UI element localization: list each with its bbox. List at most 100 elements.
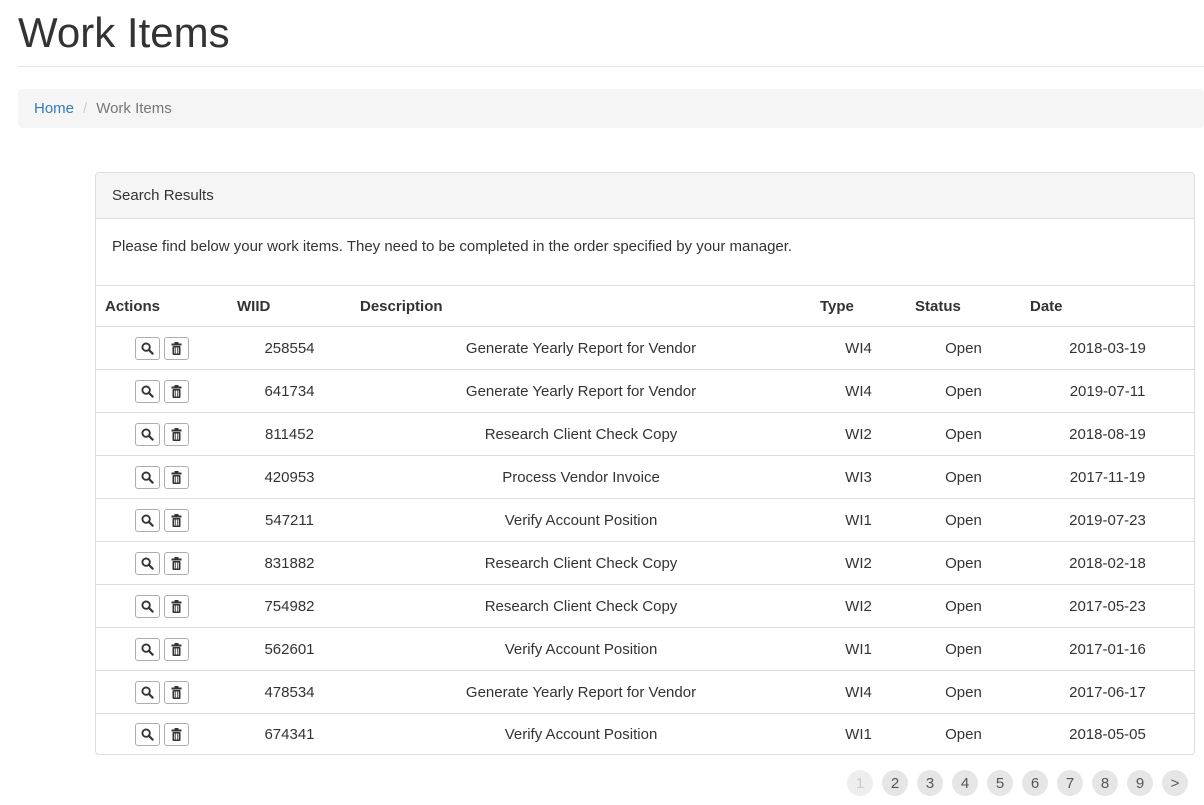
search-icon: [141, 728, 154, 741]
search-icon: [141, 685, 154, 699]
table-row: 811452 Research Client Check Copy WI2 Open 2…: [96, 412, 1194, 456]
table-row: 420953 Process Vendor Invoice WI3 Open 2017-…: [96, 455, 1194, 499]
trash-icon: [171, 728, 182, 742]
delete-button[interactable]: [164, 551, 189, 575]
row-actions: [96, 714, 228, 755]
delete-button[interactable]: [164, 465, 189, 489]
view-button[interactable]: [135, 508, 160, 532]
row-actions: [96, 541, 228, 585]
table-body: 258554 Generate Yearly Report for Vendor W…: [96, 326, 1194, 755]
cell-type: WI4: [811, 326, 906, 370]
trash-icon: [171, 556, 182, 570]
table-row: 478534 Generate Yearly Report for Vendor W…: [96, 670, 1194, 714]
table-header-row: Actions WIID Description Type Status Dat…: [96, 285, 1194, 327]
cell-status: Open: [945, 726, 982, 744]
cell-wiid: 562601: [228, 627, 351, 671]
cell-wiid: 478534: [228, 670, 351, 714]
cell-date: 2019-07-11: [1021, 369, 1194, 413]
table-row: 674341 Verify Account Position WI1 Open 2018…: [96, 714, 1194, 755]
search-results-panel: Search Results Please find below your wo…: [95, 172, 1195, 755]
table-row: 641734 Generate Yearly Report for Vendor W…: [96, 369, 1194, 413]
cell-description: Research Client Check Copy: [351, 584, 811, 628]
cell-type: WI1: [811, 627, 906, 671]
cell-description: Verify Account Position: [351, 627, 811, 671]
search-icon: [141, 599, 154, 613]
cell-type: WI1: [845, 726, 872, 744]
cell-status: Open: [906, 584, 1021, 628]
row-actions: [96, 498, 228, 542]
delete-button[interactable]: [164, 508, 189, 532]
cell-description: Generate Yearly Report for Vendor: [351, 670, 811, 714]
view-button[interactable]: [135, 465, 160, 489]
breadcrumb-home-link[interactable]: Home: [34, 100, 74, 117]
page-button-2[interactable]: 2: [882, 770, 908, 796]
cell-status: Open: [906, 369, 1021, 413]
breadcrumb-current: Work Items: [96, 100, 172, 117]
cell-description: Generate Yearly Report for Vendor: [351, 369, 811, 413]
title-divider: [18, 66, 1204, 67]
cell-type: WI4: [811, 369, 906, 413]
header-status: Status: [906, 285, 1021, 327]
cell-type: WI2: [811, 412, 906, 456]
cell-status: Open: [906, 541, 1021, 585]
page-button-7[interactable]: 7: [1057, 770, 1083, 796]
table-row: 831882 Research Client Check Copy WI2 Open 2…: [96, 541, 1194, 585]
cell-description: Verify Account Position: [504, 726, 658, 744]
page-button-3[interactable]: 3: [917, 770, 943, 796]
cell-wiid: 547211: [228, 498, 351, 542]
header-wiid: WIID: [228, 285, 351, 327]
delete-button[interactable]: [164, 336, 189, 360]
cell-wiid: 674341: [264, 726, 315, 744]
search-icon: [141, 470, 154, 484]
delete-button[interactable]: [164, 723, 189, 747]
view-button[interactable]: [135, 723, 160, 747]
view-button[interactable]: [135, 551, 160, 575]
cell-type: WI2: [811, 541, 906, 585]
cell-status: Open: [906, 455, 1021, 499]
cell-wiid: 420953: [228, 455, 351, 499]
cell-wiid: 754982: [228, 584, 351, 628]
view-button[interactable]: [135, 379, 160, 403]
row-actions: [96, 326, 228, 370]
search-icon: [141, 341, 154, 355]
header-description: Description: [351, 285, 811, 327]
trash-icon: [171, 384, 182, 398]
row-actions: [96, 627, 228, 671]
cell-status: Open: [906, 412, 1021, 456]
panel-intro-text: Please find below your work items. They …: [112, 238, 793, 255]
view-button[interactable]: [135, 637, 160, 661]
row-actions: [96, 670, 228, 714]
delete-button[interactable]: [164, 637, 189, 661]
page-button-4[interactable]: 4: [952, 770, 978, 796]
delete-button[interactable]: [164, 422, 189, 446]
cell-status: Open: [906, 326, 1021, 370]
header-actions: Actions: [96, 285, 228, 327]
delete-button[interactable]: [164, 379, 189, 403]
cell-wiid: 811452: [228, 412, 351, 456]
delete-button[interactable]: [164, 594, 189, 618]
view-button[interactable]: [135, 336, 160, 360]
row-actions: [96, 412, 228, 456]
view-button[interactable]: [135, 422, 160, 446]
trash-icon: [171, 341, 182, 355]
cell-wiid: 258554: [228, 326, 351, 370]
cell-date: 2019-07-23: [1021, 498, 1194, 542]
page-button-5[interactable]: 5: [987, 770, 1013, 796]
page-button-9[interactable]: 9: [1127, 770, 1153, 796]
page-button-1[interactable]: 1: [847, 770, 873, 796]
search-icon: [141, 384, 154, 398]
trash-icon: [171, 642, 182, 656]
view-button[interactable]: [135, 680, 160, 704]
breadcrumb: Home / Work Items: [18, 89, 1204, 128]
breadcrumb-separator: /: [83, 100, 88, 117]
cell-date: 2018-02-18: [1021, 541, 1194, 585]
page-button-8[interactable]: 8: [1092, 770, 1118, 796]
cell-status: Open: [906, 670, 1021, 714]
cell-wiid: 641734: [228, 369, 351, 413]
page-button-6[interactable]: 6: [1022, 770, 1048, 796]
delete-button[interactable]: [164, 680, 189, 704]
next-page-button[interactable]: >: [1162, 770, 1188, 796]
cell-date: 2017-06-17: [1021, 670, 1194, 714]
view-button[interactable]: [135, 594, 160, 618]
cell-date: 2018-03-19: [1021, 326, 1194, 370]
